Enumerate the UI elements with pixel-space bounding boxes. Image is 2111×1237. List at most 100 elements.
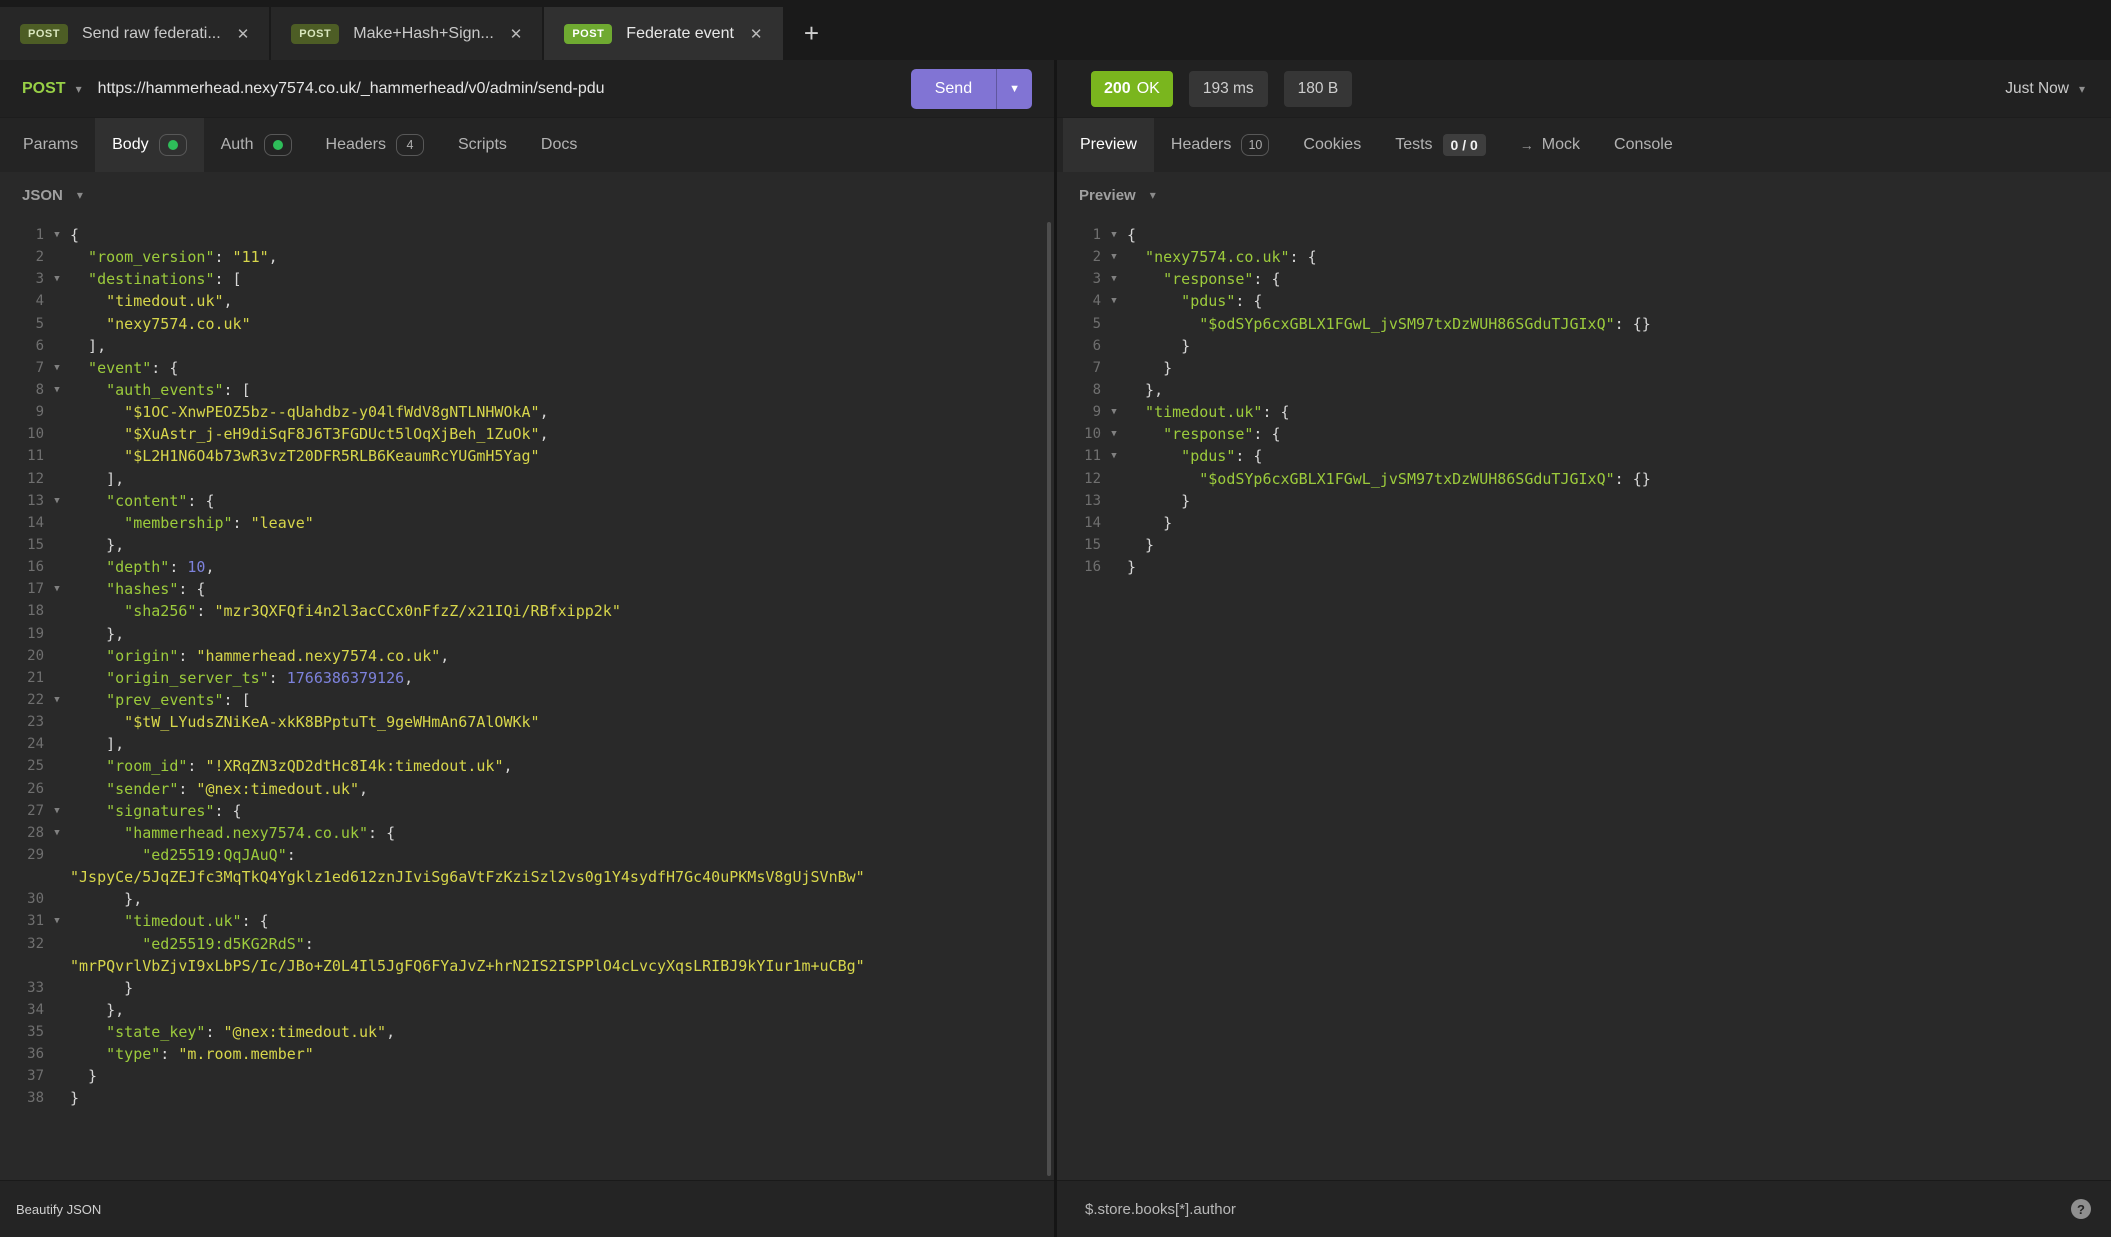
fold-caret-icon[interactable]: ▼	[1101, 445, 1127, 467]
fold-spacer	[44, 888, 70, 910]
tab-close-icon[interactable]: ✕	[750, 25, 763, 43]
code-text: ],	[70, 468, 124, 490]
fold-caret-icon[interactable]: ▼	[1101, 246, 1127, 268]
fold-caret-icon[interactable]: ▼	[44, 268, 70, 290]
line-number: 37	[0, 1065, 44, 1087]
method-badge: POST	[20, 24, 68, 44]
tab-body[interactable]: Body	[95, 118, 203, 172]
code-line: 33}	[0, 977, 1054, 999]
method-caret-icon[interactable]: ▾	[76, 82, 82, 96]
fold-caret-icon[interactable]: ▼	[44, 490, 70, 512]
tab-scripts[interactable]: Scripts	[441, 118, 524, 172]
fold-caret-icon[interactable]: ▼	[1101, 268, 1127, 290]
code-text: }	[70, 1065, 97, 1087]
line-number: 20	[0, 645, 44, 667]
view-mode-caret-icon[interactable]: ▾	[1150, 188, 1156, 202]
tab-cookies[interactable]: Cookies	[1286, 118, 1378, 172]
method-select[interactable]: POST	[22, 80, 66, 98]
request-footer: Beautify JSON	[0, 1180, 1054, 1237]
fold-caret-icon[interactable]: ▼	[1101, 423, 1127, 445]
fold-caret-icon[interactable]: ▼	[1101, 290, 1127, 312]
tab-preview[interactable]: Preview	[1063, 118, 1154, 172]
tab-auth[interactable]: Auth	[204, 118, 309, 172]
line-number: 15	[0, 534, 44, 556]
request-body-editor[interactable]: 1▼{2"room_version": "11",3▼"destinations…	[0, 218, 1054, 1180]
line-number: 15	[1057, 534, 1101, 556]
send-button-label[interactable]: Send	[911, 69, 996, 109]
code-line: 4"timedout.uk",	[0, 290, 1054, 312]
line-number: 24	[0, 733, 44, 755]
url-input[interactable]: https://hammerhead.nexy7574.co.uk/_hamme…	[98, 80, 911, 98]
response-history-select[interactable]: Just Now ▾	[2005, 80, 2085, 98]
fold-caret-icon[interactable]: ▼	[44, 800, 70, 822]
code-line-wrap: "mrPQvrlVbZjvI9xLbPS/Ic/JBo+Z0L4Il5JgFQ6…	[0, 955, 1054, 977]
fold-caret-icon[interactable]: ▼	[44, 357, 70, 379]
line-number: 1	[1057, 224, 1101, 246]
code-text: "origin_server_ts": 1766386379126,	[70, 667, 413, 689]
fold-spacer	[44, 733, 70, 755]
body-type-select[interactable]: JSON	[22, 187, 63, 204]
status-code: 200	[1104, 80, 1131, 98]
code-text: },	[1127, 379, 1163, 401]
tab-params[interactable]: Params	[6, 118, 95, 172]
request-tab[interactable]: POSTFederate event✕	[544, 7, 784, 60]
request-tab[interactable]: POSTSend raw federati...✕	[0, 7, 271, 60]
code-text: "sender": "@nex:timedout.uk",	[70, 778, 368, 800]
new-tab-button[interactable]: +	[785, 7, 839, 60]
code-line: 9▼"timedout.uk": {	[1057, 401, 2111, 423]
beautify-json-button[interactable]: Beautify JSON	[16, 1202, 101, 1217]
code-text: "response": {	[1127, 423, 1281, 445]
tab-mock[interactable]: →Mock	[1503, 118, 1597, 172]
view-mode-select[interactable]: Preview	[1079, 187, 1136, 204]
fold-caret-icon[interactable]: ▼	[44, 910, 70, 932]
jsonpath-filter-input[interactable]	[1085, 1201, 2071, 1218]
request-tab[interactable]: POSTMake+Hash+Sign...✕	[271, 7, 544, 60]
fold-spacer	[44, 711, 70, 733]
fold-spacer	[1101, 357, 1127, 379]
fold-caret-icon[interactable]: ▼	[44, 689, 70, 711]
code-text: "hashes": {	[70, 578, 205, 600]
line-number: 38	[0, 1087, 44, 1109]
fold-spacer	[44, 290, 70, 312]
code-text: "signatures": {	[70, 800, 242, 822]
line-number: 11	[0, 445, 44, 467]
fold-caret-icon[interactable]: ▼	[44, 379, 70, 401]
code-text: "depth": 10,	[70, 556, 214, 578]
fold-caret-icon[interactable]: ▼	[44, 822, 70, 844]
tab-console[interactable]: Console	[1597, 118, 1690, 172]
code-text: "content": {	[70, 490, 214, 512]
line-number: 2	[1057, 246, 1101, 268]
fold-caret-icon[interactable]: ▼	[1101, 401, 1127, 423]
line-number: 9	[1057, 401, 1101, 423]
editor-scrollbar[interactable]	[1047, 222, 1051, 1176]
tab-tests[interactable]: Tests0 / 0	[1378, 118, 1503, 172]
tab-close-icon[interactable]: ✕	[237, 25, 250, 43]
code-line: 25"room_id": "!XRqZN3zQD2dtHc8I4k:timedo…	[0, 755, 1054, 777]
help-icon[interactable]: ?	[2071, 1199, 2091, 1219]
code-line: 3▼"destinations": [	[0, 268, 1054, 290]
code-line: 5"nexy7574.co.uk"	[0, 313, 1054, 335]
send-button[interactable]: Send ▼	[911, 69, 1032, 109]
send-options-caret[interactable]: ▼	[996, 69, 1032, 109]
tab-headers[interactable]: Headers4	[309, 118, 441, 172]
code-line: 14"membership": "leave"	[0, 512, 1054, 534]
code-text: "JspyCe/5JqZEJfc3MqTkQ4Ygklz1ed612znJIvi…	[70, 866, 865, 888]
code-line: 8},	[1057, 379, 2111, 401]
code-text: "$XuAstr_j-eH9diSqF8J6T3FGDUct5lOqXjBeh_…	[70, 423, 549, 445]
code-line: 7▼"event": {	[0, 357, 1054, 379]
fold-caret-icon[interactable]: ▼	[44, 578, 70, 600]
response-body-viewer[interactable]: 1▼{2▼"nexy7574.co.uk": {3▼"response": {4…	[1057, 218, 2111, 1180]
body-type-caret-icon[interactable]: ▾	[77, 188, 83, 202]
fold-caret-icon[interactable]: ▼	[44, 224, 70, 246]
line-number: 12	[0, 468, 44, 490]
line-number: 32	[0, 933, 44, 955]
tab-docs[interactable]: Docs	[524, 118, 594, 172]
line-number: 12	[1057, 468, 1101, 490]
code-text: }	[1127, 556, 1136, 578]
tab-headers[interactable]: Headers10	[1154, 118, 1286, 172]
tab-close-icon[interactable]: ✕	[510, 25, 523, 43]
view-mode-row: Preview ▾	[1057, 172, 2111, 218]
fold-caret-icon[interactable]: ▼	[1101, 224, 1127, 246]
line-number: 13	[1057, 490, 1101, 512]
code-text: "$tW_LYudsZNiKeA-xkK8BPptuTt_9geWHmAn67A…	[70, 711, 540, 733]
